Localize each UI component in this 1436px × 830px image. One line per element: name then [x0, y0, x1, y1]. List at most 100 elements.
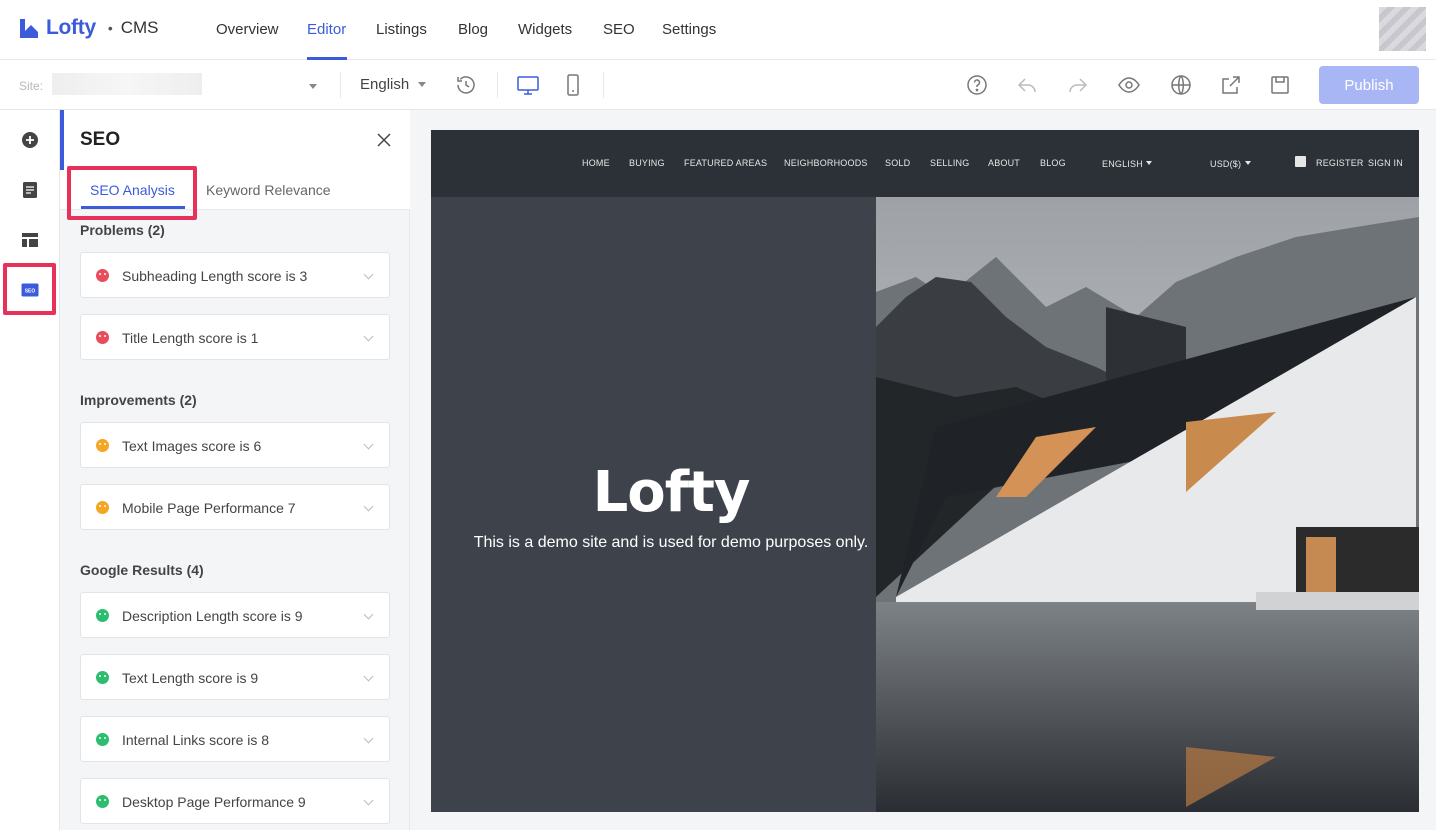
seo-check-label: Mobile Page Performance 7 — [122, 500, 296, 516]
preview-nav-buying[interactable]: BUYING — [629, 158, 665, 168]
chevron-down-icon[interactable] — [363, 795, 374, 806]
site-select[interactable] — [52, 73, 202, 95]
seo-check-item[interactable]: Title Length score is 1 — [80, 314, 390, 360]
logo[interactable]: Lofty • CMS — [18, 16, 159, 40]
preview-nav-about[interactable]: ABOUT — [988, 158, 1020, 168]
editor-toolbar: Site: English Publish — [0, 60, 1436, 110]
product-name: CMS — [120, 18, 159, 37]
preview-currency-select[interactable]: USD($) — [1210, 159, 1241, 169]
happy-face-icon — [96, 795, 109, 808]
chevron-down-icon[interactable] — [363, 501, 374, 512]
seo-check-item[interactable]: Description Length score is 9 — [80, 592, 390, 638]
seo-check-item[interactable]: Subheading Length score is 3 — [80, 252, 390, 298]
seo-analysis-tab-highlight — [67, 166, 197, 220]
save-icon[interactable] — [1268, 73, 1292, 97]
preview-nav-featured-areas[interactable]: FEATURED AREAS — [684, 158, 767, 168]
preview-nav-selling[interactable]: SELLING — [930, 158, 969, 168]
happy-face-icon — [96, 733, 109, 746]
nav-widgets[interactable]: Widgets — [518, 21, 572, 38]
left-rail: SEO — [0, 110, 60, 830]
preview-nav-home[interactable]: HOME — [582, 158, 610, 168]
section-google-results-label: Google Results (4) — [80, 562, 204, 578]
seo-rail-highlight — [3, 263, 56, 315]
happy-face-icon — [96, 609, 109, 622]
seo-check-label: Title Length score is 1 — [122, 330, 259, 346]
toolbar-divider — [340, 72, 341, 98]
chevron-down-icon[interactable] — [363, 331, 374, 342]
seo-check-label: Internal Links score is 8 — [122, 732, 270, 748]
seo-check-label: Subheading Length score is 3 — [122, 268, 308, 284]
redo-icon[interactable] — [1066, 73, 1090, 97]
hero-title: Lofty — [592, 460, 751, 525]
section-improvements-label: Improvements (2) — [80, 392, 197, 408]
neutral-face-icon — [96, 501, 109, 514]
seo-check-item[interactable]: Desktop Page Performance 9 — [80, 778, 390, 824]
preview-eye-icon[interactable] — [1117, 73, 1141, 97]
undo-icon[interactable] — [1015, 73, 1039, 97]
pages-icon[interactable] — [18, 178, 42, 202]
preview-nav-blog[interactable]: BLOG — [1040, 158, 1066, 168]
preview-language-chevron-icon[interactable] — [1146, 161, 1152, 165]
top-nav: Lofty • CMS Overview Editor Listings Blo… — [0, 0, 1436, 60]
neutral-face-icon — [96, 439, 109, 452]
layout-template-icon[interactable] — [18, 228, 42, 252]
chevron-down-icon[interactable] — [363, 269, 374, 280]
user-icon — [1295, 156, 1306, 167]
sad-face-icon — [96, 269, 109, 282]
section-problems-label: Problems (2) — [80, 222, 165, 238]
history-icon[interactable] — [454, 73, 478, 97]
mobile-view-icon[interactable] — [561, 73, 585, 97]
seo-panel-title: SEO — [80, 129, 121, 150]
chevron-down-icon[interactable] — [363, 733, 374, 744]
help-icon[interactable] — [965, 73, 989, 97]
nav-editor[interactable]: Editor — [307, 21, 346, 38]
happy-face-icon — [96, 671, 109, 684]
seo-panel-header: SEO — [60, 110, 410, 170]
seo-check-item[interactable]: Internal Links score is 8 — [80, 716, 390, 762]
site-preview-canvas[interactable]: HOME BUYING FEATURED AREAS NEIGHBORHOODS… — [431, 130, 1419, 812]
nav-seo[interactable]: SEO — [603, 21, 635, 38]
site-select-chevron-icon[interactable] — [309, 84, 317, 89]
brand-separator: • — [107, 20, 113, 36]
tab-keyword-relevance[interactable]: Keyword Relevance — [206, 182, 331, 198]
preview-language-select[interactable]: ENGLISH — [1102, 159, 1143, 169]
toolbar-divider — [603, 72, 604, 98]
sad-face-icon — [96, 331, 109, 344]
seo-check-label: Text Images score is 6 — [122, 438, 262, 454]
language-select[interactable]: English — [360, 76, 409, 93]
chevron-down-icon[interactable] — [363, 439, 374, 450]
seo-check-label: Text Length score is 9 — [122, 670, 259, 686]
avatar[interactable] — [1379, 7, 1426, 51]
chevron-down-icon[interactable] — [363, 671, 374, 682]
close-icon[interactable] — [376, 132, 392, 148]
seo-check-item[interactable]: Text Images score is 6 — [80, 422, 390, 468]
seo-panel: SEO SEO Analysis Keyword Relevance Probl… — [60, 110, 410, 830]
preview-sign-in-link[interactable]: SIGN IN — [1368, 158, 1403, 168]
hero-house-image — [876, 197, 1419, 812]
preview-nav-neighborhoods[interactable]: NEIGHBORHOODS — [784, 158, 868, 168]
hero-subtitle: This is a demo site and is used for demo… — [473, 534, 869, 551]
preview-site-nav: HOME BUYING FEATURED AREAS NEIGHBORHOODS… — [431, 130, 1419, 197]
site-label: Site: — [19, 79, 44, 93]
toolbar-divider — [497, 72, 498, 98]
share-icon[interactable] — [1219, 73, 1243, 97]
lofty-logo-icon — [20, 19, 38, 38]
publish-button[interactable]: Publish — [1319, 66, 1419, 104]
nav-overview[interactable]: Overview — [216, 21, 279, 38]
preview-currency-chevron-icon[interactable] — [1245, 161, 1251, 165]
nav-listings[interactable]: Listings — [376, 21, 427, 38]
globe-icon[interactable] — [1169, 73, 1193, 97]
nav-settings[interactable]: Settings — [662, 21, 716, 38]
seo-check-item[interactable]: Text Length score is 9 — [80, 654, 390, 700]
desktop-view-icon[interactable] — [516, 73, 540, 97]
preview-nav-sold[interactable]: SOLD — [885, 158, 910, 168]
nav-blog[interactable]: Blog — [458, 21, 488, 38]
seo-check-item[interactable]: Mobile Page Performance 7 — [80, 484, 390, 530]
brand-name: Lofty — [46, 16, 96, 39]
seo-check-label: Desktop Page Performance 9 — [122, 794, 306, 810]
language-chevron-icon[interactable] — [418, 82, 426, 87]
chevron-down-icon[interactable] — [363, 609, 374, 620]
add-element-icon[interactable] — [18, 128, 42, 152]
preview-register-link[interactable]: REGISTER — [1316, 158, 1364, 168]
seo-check-label: Description Length score is 9 — [122, 608, 303, 624]
